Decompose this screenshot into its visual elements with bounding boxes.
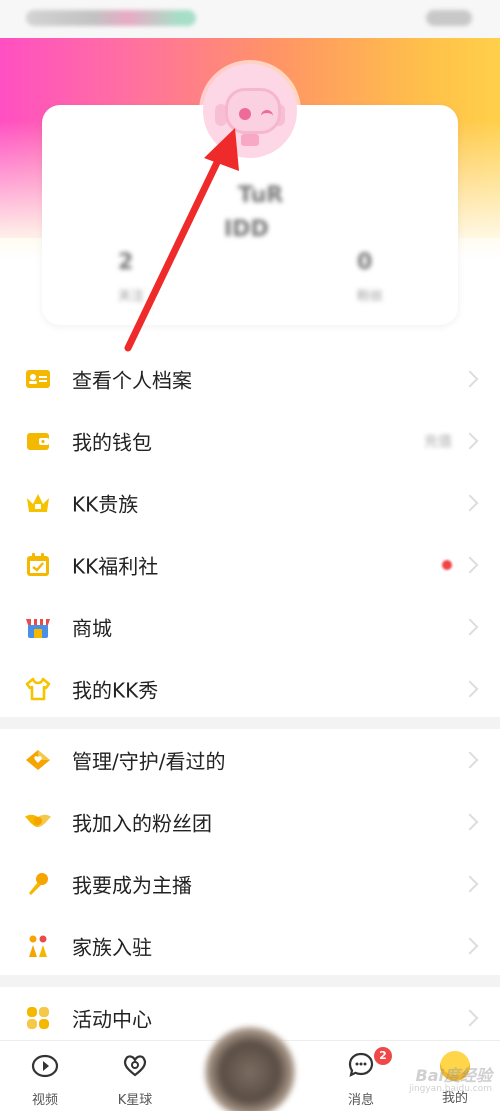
nav-label: 视频 — [31, 1093, 58, 1108]
wallet-side-text: 充值 — [424, 434, 452, 450]
menu-group-social: 管理/守护/看过的 我加入的粉丝团 我要成为主播 家族入驻 — [0, 729, 500, 977]
menu-item-family-join[interactable]: 家族入驻 — [0, 915, 500, 977]
status-bar-right — [426, 10, 472, 26]
chat-bubble-icon — [348, 1052, 374, 1077]
menu-item-kk-welfare[interactable]: KK福利社 — [0, 534, 500, 596]
avatar-eye-left — [239, 108, 251, 120]
notification-dot — [442, 560, 452, 570]
menu-item-label: KK贵族 — [72, 492, 139, 517]
baidu-watermark: Bai度经验 — [415, 1066, 492, 1085]
nav-label: K星球 — [117, 1093, 153, 1108]
stat-following-value[interactable]: 2 — [118, 250, 133, 275]
id-card-icon — [26, 370, 50, 388]
menu-item-label: 商城 — [72, 616, 112, 641]
menu-item-kk-noble[interactable]: KK贵族 — [0, 472, 500, 534]
center-live-icon — [205, 1027, 295, 1111]
avatar-badge — [241, 134, 259, 146]
heart-planet-icon — [123, 1055, 147, 1077]
video-play-icon — [31, 1054, 59, 1078]
chevron-right-icon — [461, 937, 479, 955]
chevron-right-icon — [461, 875, 479, 893]
avatar[interactable] — [203, 64, 297, 158]
menu-group-account: 查看个人档案 我的钱包 充值 KK贵族 KK福利社 商城 我的KK秀 — [0, 348, 500, 720]
chevron-right-icon — [461, 432, 479, 450]
activity-grid-icon — [27, 1007, 49, 1029]
stat-fans-value[interactable]: 0 — [357, 250, 372, 275]
menu-item-wallet[interactable]: 我的钱包 充值 — [0, 410, 500, 472]
nav-center-live-button[interactable] — [205, 1027, 295, 1111]
crown-icon — [27, 494, 49, 512]
family-icon — [29, 935, 47, 957]
status-bar — [0, 0, 500, 38]
nav-tab-message[interactable]: 2 消息 — [326, 1047, 396, 1111]
nav-label: 消息 — [347, 1093, 374, 1108]
menu-item-label: 我要成为主播 — [72, 873, 192, 898]
section-divider — [0, 975, 500, 987]
chevron-right-icon — [461, 556, 479, 574]
chevron-right-icon — [461, 1009, 479, 1027]
menu-item-label: 管理/守护/看过的 — [72, 749, 226, 774]
menu-item-label: 家族入驻 — [72, 935, 152, 960]
baidu-watermark-url: jingyan.baidu.com — [408, 1084, 492, 1094]
store-icon — [26, 619, 50, 638]
menu-item-profile-archive[interactable]: 查看个人档案 — [0, 348, 500, 410]
nav-tab-video[interactable]: 视频 — [10, 1051, 80, 1111]
menu-item-manage-guard[interactable]: 管理/守护/看过的 — [0, 729, 500, 791]
menu-item-label: 活动中心 — [72, 1007, 152, 1032]
message-badge: 2 — [374, 1047, 392, 1065]
profile-screen: TuR IDD 2 关注 0 粉丝 查看个人档案 我的钱包 充值 KK贵族 KK… — [0, 0, 500, 1111]
chevron-right-icon — [461, 618, 479, 636]
calendar-check-icon — [27, 553, 49, 576]
menu-item-become-streamer[interactable]: 我要成为主播 — [0, 853, 500, 915]
tshirt-icon — [25, 677, 51, 701]
avatar-eye-wink — [261, 110, 273, 119]
stat-fans-label: 粉丝 — [357, 289, 384, 304]
status-bar-left — [26, 10, 196, 26]
menu-item-label: 我的KK秀 — [72, 678, 159, 703]
chevron-right-icon — [461, 494, 479, 512]
menu-item-label: 查看个人档案 — [72, 368, 192, 393]
menu-item-label: KK福利社 — [72, 554, 159, 579]
chevron-right-icon — [461, 680, 479, 698]
chevron-right-icon — [461, 813, 479, 831]
avatar-face — [225, 88, 281, 134]
menu-item-kk-show[interactable]: 我的KK秀 — [0, 658, 500, 720]
profile-name: TuR — [238, 183, 284, 208]
heart-diamond-icon — [26, 750, 50, 770]
nav-tab-kstar[interactable]: K星球 — [100, 1051, 170, 1111]
chevron-right-icon — [461, 751, 479, 769]
stat-following-label: 关注 — [118, 289, 145, 304]
menu-item-label: 我的钱包 — [72, 430, 152, 455]
wallet-icon — [27, 433, 49, 450]
section-divider — [0, 717, 500, 729]
microphone-icon — [29, 873, 48, 895]
menu-item-fan-club[interactable]: 我加入的粉丝团 — [0, 791, 500, 853]
menu-item-store[interactable]: 商城 — [0, 596, 500, 658]
chevron-right-icon — [461, 370, 479, 388]
profile-id: IDD — [224, 217, 269, 242]
wings-icon — [25, 814, 51, 827]
menu-item-label: 我加入的粉丝团 — [72, 811, 212, 836]
